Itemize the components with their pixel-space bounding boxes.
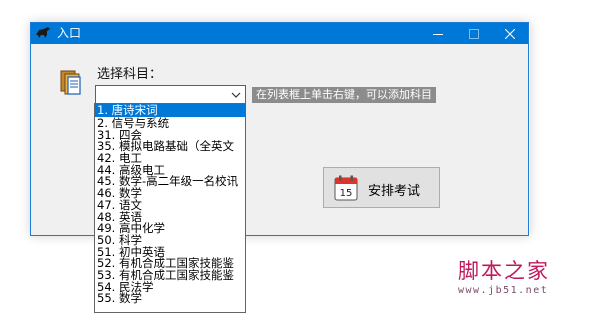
site-watermark: 脚本之家 www.jb51.net (458, 258, 564, 300)
list-item[interactable]: 49. 高中化学 (95, 222, 245, 234)
list-item[interactable]: 42. 电工 (95, 152, 245, 164)
title-bar[interactable]: 入口 (31, 23, 528, 44)
list-item[interactable]: 45. 数学-高二年级一名校讯 (95, 175, 245, 187)
watermark-title: 脚本之家 (458, 259, 550, 283)
calendar-icon: 15 (334, 175, 358, 201)
subject-dropdown-list[interactable]: 1. 唐诗宋词 2. 信号与系统 31. 四会 35. 模拟电路基础（全英文 4… (94, 103, 246, 313)
maximize-button[interactable] (456, 23, 492, 44)
schedule-exam-label: 安排考试 (368, 184, 421, 199)
calendar-day: 15 (340, 188, 353, 199)
list-item[interactable]: 55. 数学 (95, 292, 245, 304)
watermark-url: www.jb51.net (458, 285, 549, 296)
hint-label: 在列表框上单击右键，可以添加科目 (252, 87, 436, 103)
list-item[interactable]: 52. 有机合成工国家技能鉴 (95, 257, 245, 269)
app-icon (36, 27, 50, 38)
subject-combobox[interactable] (95, 85, 246, 105)
list-item[interactable]: 48. 英语 (95, 211, 245, 223)
list-item[interactable]: 47. 语文 (95, 199, 245, 211)
list-item[interactable]: 54. 民法学 (95, 281, 245, 293)
list-item[interactable]: 44. 高级电工 (95, 164, 245, 176)
close-button[interactable] (492, 23, 528, 44)
list-item[interactable]: 31. 四会 (95, 129, 245, 141)
list-item[interactable]: 46. 数学 (95, 187, 245, 199)
schedule-exam-button[interactable]: 15 安排考试 (323, 167, 440, 208)
maximize-icon (469, 28, 479, 39)
list-item[interactable]: 2. 信号与系统 (95, 117, 245, 129)
chevron-down-icon[interactable] (230, 90, 242, 100)
close-icon (505, 28, 515, 39)
minimize-icon (433, 33, 443, 35)
list-item[interactable]: 51. 初中英语 (95, 246, 245, 258)
list-item[interactable]: 50. 科学 (95, 234, 245, 246)
list-item[interactable]: 1. 唐诗宋词 (95, 104, 245, 117)
list-item[interactable]: 53. 有机合成工国家技能鉴 (95, 269, 245, 281)
book-icon (60, 70, 81, 95)
subject-label: 选择科目： (97, 67, 163, 82)
window-title: 入口 (57, 26, 82, 40)
list-item[interactable]: 35. 模拟电路基础（全英文 (95, 140, 245, 152)
minimize-button[interactable] (420, 23, 456, 44)
